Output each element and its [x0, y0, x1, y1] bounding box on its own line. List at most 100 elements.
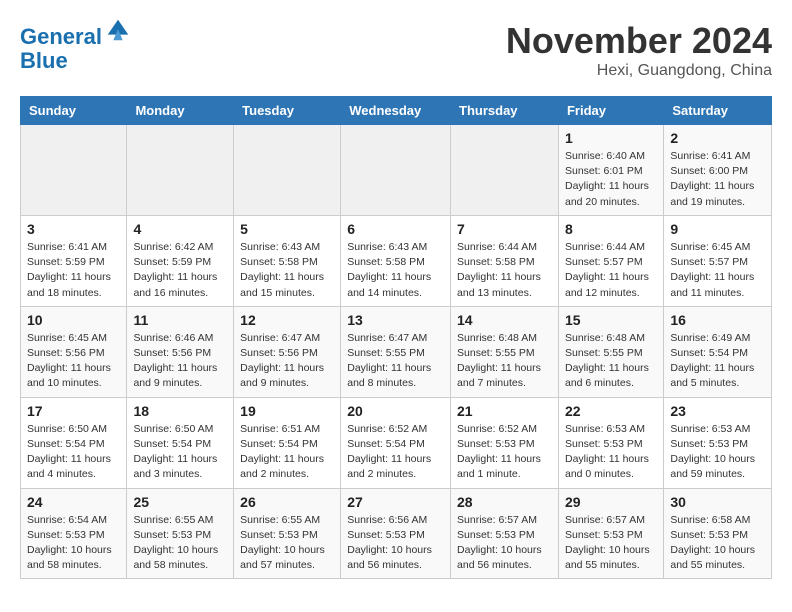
day-info: Sunrise: 6:49 AM Sunset: 5:54 PM Dayligh… [670, 331, 765, 392]
weekday-thursday: Thursday [451, 97, 559, 125]
week-row-1: 1 Sunrise: 6:40 AM Sunset: 6:01 PM Daylig… [21, 125, 772, 216]
day-number: 7 [457, 221, 552, 237]
day-info: Sunrise: 6:50 AM Sunset: 5:54 PM Dayligh… [133, 422, 227, 483]
day-number: 9 [670, 221, 765, 237]
page-header: General Blue November 2024 Hexi, Guangdo… [20, 20, 772, 80]
day-info: Sunrise: 6:45 AM Sunset: 5:57 PM Dayligh… [670, 240, 765, 301]
weekday-monday: Monday [127, 97, 234, 125]
day-number: 20 [347, 403, 444, 419]
calendar-header: SundayMondayTuesdayWednesdayThursdayFrid… [21, 97, 772, 125]
day-number: 21 [457, 403, 552, 419]
day-info: Sunrise: 6:55 AM Sunset: 5:53 PM Dayligh… [240, 513, 334, 574]
day-info: Sunrise: 6:41 AM Sunset: 5:59 PM Dayligh… [27, 240, 120, 301]
day-info: Sunrise: 6:52 AM Sunset: 5:53 PM Dayligh… [457, 422, 552, 483]
calendar-cell: 24 Sunrise: 6:54 AM Sunset: 5:53 PM Dayli… [21, 488, 127, 579]
day-info: Sunrise: 6:44 AM Sunset: 5:57 PM Dayligh… [565, 240, 657, 301]
day-number: 19 [240, 403, 334, 419]
calendar-cell: 22 Sunrise: 6:53 AM Sunset: 5:53 PM Dayli… [558, 397, 663, 488]
weekday-friday: Friday [558, 97, 663, 125]
day-info: Sunrise: 6:54 AM Sunset: 5:53 PM Dayligh… [27, 513, 120, 574]
title-block: November 2024 Hexi, Guangdong, China [506, 20, 772, 80]
day-info: Sunrise: 6:57 AM Sunset: 5:53 PM Dayligh… [457, 513, 552, 574]
day-info: Sunrise: 6:45 AM Sunset: 5:56 PM Dayligh… [27, 331, 120, 392]
calendar-cell: 18 Sunrise: 6:50 AM Sunset: 5:54 PM Dayli… [127, 397, 234, 488]
calendar-cell [127, 125, 234, 216]
calendar-cell [341, 125, 451, 216]
day-info: Sunrise: 6:43 AM Sunset: 5:58 PM Dayligh… [347, 240, 444, 301]
calendar-cell: 7 Sunrise: 6:44 AM Sunset: 5:58 PM Daylig… [451, 215, 559, 306]
day-number: 23 [670, 403, 765, 419]
calendar-cell: 17 Sunrise: 6:50 AM Sunset: 5:54 PM Dayli… [21, 397, 127, 488]
day-info: Sunrise: 6:40 AM Sunset: 6:01 PM Dayligh… [565, 149, 657, 210]
weekday-saturday: Saturday [664, 97, 772, 125]
calendar-cell: 21 Sunrise: 6:52 AM Sunset: 5:53 PM Dayli… [451, 397, 559, 488]
day-info: Sunrise: 6:48 AM Sunset: 5:55 PM Dayligh… [457, 331, 552, 392]
month-title: November 2024 [506, 20, 772, 62]
weekday-header-row: SundayMondayTuesdayWednesdayThursdayFrid… [21, 97, 772, 125]
day-number: 4 [133, 221, 227, 237]
day-number: 22 [565, 403, 657, 419]
calendar-cell: 28Sunrise: 6:57 AM Sunset: 5:53 PM Dayli… [451, 488, 559, 579]
day-info: Sunrise: 6:51 AM Sunset: 5:54 PM Dayligh… [240, 422, 334, 483]
day-number: 26 [240, 494, 334, 510]
logo-general: General [20, 24, 102, 49]
location-subtitle: Hexi, Guangdong, China [506, 62, 772, 80]
week-row-4: 17 Sunrise: 6:50 AM Sunset: 5:54 PM Dayli… [21, 397, 772, 488]
day-info: Sunrise: 6:44 AM Sunset: 5:58 PM Dayligh… [457, 240, 552, 301]
logo-blue: Blue [20, 48, 68, 73]
weekday-sunday: Sunday [21, 97, 127, 125]
day-info: Sunrise: 6:57 AM Sunset: 5:53 PM Dayligh… [565, 513, 657, 574]
calendar-cell: 5 Sunrise: 6:43 AM Sunset: 5:58 PM Daylig… [234, 215, 341, 306]
calendar-cell: 16 Sunrise: 6:49 AM Sunset: 5:54 PM Dayli… [664, 306, 772, 397]
day-info: Sunrise: 6:53 AM Sunset: 5:53 PM Dayligh… [565, 422, 657, 483]
calendar-cell [451, 125, 559, 216]
day-info: Sunrise: 6:41 AM Sunset: 6:00 PM Dayligh… [670, 149, 765, 210]
day-info: Sunrise: 6:43 AM Sunset: 5:58 PM Dayligh… [240, 240, 334, 301]
calendar-cell: 1 Sunrise: 6:40 AM Sunset: 6:01 PM Daylig… [558, 125, 663, 216]
calendar-cell: 12Sunrise: 6:47 AM Sunset: 5:56 PM Dayli… [234, 306, 341, 397]
calendar-cell: 6 Sunrise: 6:43 AM Sunset: 5:58 PM Daylig… [341, 215, 451, 306]
day-number: 5 [240, 221, 334, 237]
day-number: 18 [133, 403, 227, 419]
calendar-cell: 9 Sunrise: 6:45 AM Sunset: 5:57 PM Daylig… [664, 215, 772, 306]
day-info: Sunrise: 6:42 AM Sunset: 5:59 PM Dayligh… [133, 240, 227, 301]
day-number: 27 [347, 494, 444, 510]
logo: General Blue [20, 20, 132, 73]
day-info: Sunrise: 6:46 AM Sunset: 5:56 PM Dayligh… [133, 331, 227, 392]
calendar-cell: 13Sunrise: 6:47 AM Sunset: 5:55 PM Dayli… [341, 306, 451, 397]
day-number: 17 [27, 403, 120, 419]
day-number: 1 [565, 130, 657, 146]
calendar-cell: 30Sunrise: 6:58 AM Sunset: 5:53 PM Dayli… [664, 488, 772, 579]
day-number: 8 [565, 221, 657, 237]
day-info: Sunrise: 6:50 AM Sunset: 5:54 PM Dayligh… [27, 422, 120, 483]
day-number: 15 [565, 312, 657, 328]
calendar-cell [21, 125, 127, 216]
day-info: Sunrise: 6:53 AM Sunset: 5:53 PM Dayligh… [670, 422, 765, 483]
day-number: 16 [670, 312, 765, 328]
day-info: Sunrise: 6:47 AM Sunset: 5:55 PM Dayligh… [347, 331, 444, 392]
calendar-cell: 14Sunrise: 6:48 AM Sunset: 5:55 PM Dayli… [451, 306, 559, 397]
week-row-2: 3 Sunrise: 6:41 AM Sunset: 5:59 PM Daylig… [21, 215, 772, 306]
calendar-cell: 8 Sunrise: 6:44 AM Sunset: 5:57 PM Daylig… [558, 215, 663, 306]
logo-icon [104, 16, 132, 44]
calendar-cell: 25 Sunrise: 6:55 AM Sunset: 5:53 PM Dayli… [127, 488, 234, 579]
day-info: Sunrise: 6:58 AM Sunset: 5:53 PM Dayligh… [670, 513, 765, 574]
calendar-cell [234, 125, 341, 216]
day-number: 24 [27, 494, 120, 510]
day-info: Sunrise: 6:55 AM Sunset: 5:53 PM Dayligh… [133, 513, 227, 574]
calendar-cell: 15Sunrise: 6:48 AM Sunset: 5:55 PM Dayli… [558, 306, 663, 397]
calendar-cell: 2Sunrise: 6:41 AM Sunset: 6:00 PM Daylig… [664, 125, 772, 216]
day-number: 29 [565, 494, 657, 510]
day-number: 6 [347, 221, 444, 237]
day-number: 3 [27, 221, 120, 237]
day-number: 11 [133, 312, 227, 328]
weekday-wednesday: Wednesday [341, 97, 451, 125]
calendar-cell: 29 Sunrise: 6:57 AM Sunset: 5:53 PM Dayli… [558, 488, 663, 579]
calendar-cell: 27Sunrise: 6:56 AM Sunset: 5:53 PM Dayli… [341, 488, 451, 579]
week-row-5: 24 Sunrise: 6:54 AM Sunset: 5:53 PM Dayli… [21, 488, 772, 579]
calendar-cell: 26 Sunrise: 6:55 AM Sunset: 5:53 PM Dayli… [234, 488, 341, 579]
week-row-3: 10Sunrise: 6:45 AM Sunset: 5:56 PM Dayli… [21, 306, 772, 397]
day-number: 25 [133, 494, 227, 510]
day-info: Sunrise: 6:47 AM Sunset: 5:56 PM Dayligh… [240, 331, 334, 392]
calendar-cell: 4 Sunrise: 6:42 AM Sunset: 5:59 PM Daylig… [127, 215, 234, 306]
